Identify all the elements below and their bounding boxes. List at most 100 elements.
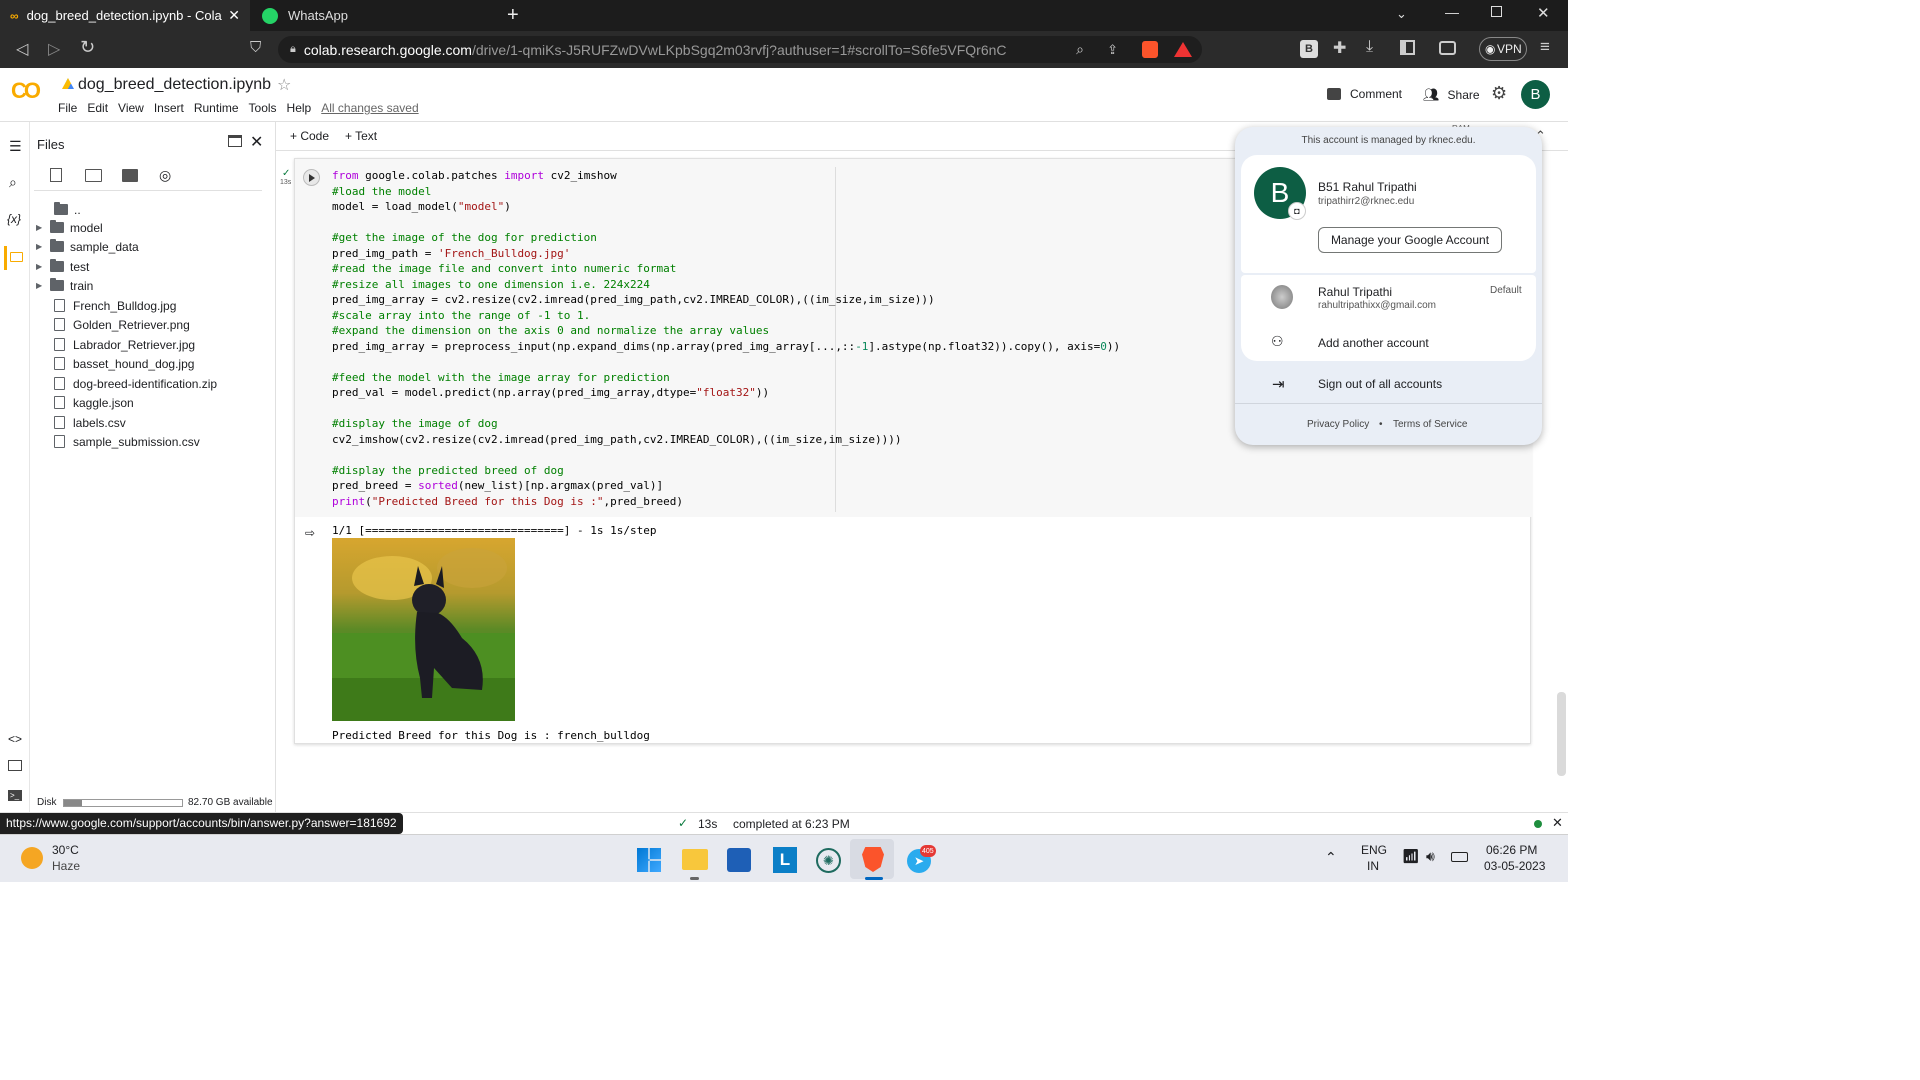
reload-icon[interactable]: ↻: [80, 37, 95, 58]
file-row[interactable]: dog-breed-identification.zip: [52, 374, 217, 393]
star-icon[interactable]: ☆: [277, 75, 291, 95]
sign-out-link[interactable]: Sign out of all accounts: [1318, 377, 1442, 391]
folder-row[interactable]: ▶ sample_data: [36, 237, 139, 256]
new-tab-button[interactable]: +: [507, 4, 519, 27]
close-window-button[interactable]: ✕: [1537, 4, 1550, 22]
avatar[interactable]: B: [1521, 80, 1550, 109]
tab-search-icon[interactable]: ⌄: [1396, 6, 1407, 22]
menu-insert[interactable]: Insert: [154, 101, 184, 115]
url-field[interactable]: 🔒︎ colab.research.google.com /drive/1-qm…: [278, 36, 1202, 63]
file-row[interactable]: French_Bulldog.jpg: [52, 296, 176, 315]
settings-gear-icon[interactable]: ⚙: [1491, 83, 1507, 104]
second-avatar[interactable]: [1271, 285, 1293, 309]
camera-icon[interactable]: ◘: [1288, 202, 1306, 220]
notebook-name[interactable]: dog_breed_detection.ipynb: [78, 76, 271, 94]
menu-file[interactable]: File: [58, 101, 77, 115]
menu-help[interactable]: Help: [287, 101, 312, 115]
terms-link[interactable]: Terms of Service: [1393, 419, 1467, 430]
extension-b-icon[interactable]: B: [1300, 40, 1318, 58]
bookmark-icon[interactable]: ⛉: [250, 39, 261, 56]
add-text-button[interactable]: + Text: [345, 129, 377, 143]
folder-row[interactable]: ▶ model: [36, 218, 103, 237]
command-palette-icon[interactable]: [8, 760, 22, 771]
windows-start-icon[interactable]: [637, 848, 661, 872]
scrollbar-thumb[interactable]: [1557, 692, 1566, 776]
second-email[interactable]: rahultripathixx@gmail.com: [1318, 300, 1436, 311]
file-row[interactable]: basset_hound_dog.jpg: [52, 354, 194, 373]
folder-row[interactable]: ▶ test: [36, 257, 89, 276]
save-status[interactable]: All changes saved: [321, 101, 418, 115]
mount-drive-icon[interactable]: [122, 169, 138, 182]
clock-time[interactable]: 06:26 PM: [1486, 843, 1537, 857]
output-menu-icon[interactable]: ⇨: [305, 526, 315, 540]
sign-out-icon[interactable]: ⇥: [1272, 375, 1285, 393]
file-row[interactable]: Labrador_Retriever.jpg: [52, 335, 195, 354]
wifi-icon[interactable]: 📶︎: [1402, 848, 1420, 865]
browser-menu-icon[interactable]: ≡: [1540, 37, 1550, 57]
add-account-link[interactable]: Add another account: [1318, 336, 1429, 350]
extensions-icon[interactable]: ✚: [1333, 38, 1346, 58]
wallet-icon[interactable]: [1439, 41, 1456, 55]
chatgpt-icon[interactable]: ✺: [816, 848, 841, 873]
add-code-button[interactable]: + Code: [290, 129, 329, 143]
zoom-icon[interactable]: ⌕: [1076, 41, 1084, 58]
collapse-chevron-icon[interactable]: ⌃: [1535, 128, 1546, 144]
clock-date[interactable]: 03-05-2023: [1484, 859, 1545, 873]
close-panel-icon[interactable]: ✕: [250, 132, 263, 152]
variables-icon[interactable]: {x}: [7, 212, 21, 226]
menu-runtime[interactable]: Runtime: [194, 101, 239, 115]
search-icon[interactable]: ⌕: [9, 174, 17, 191]
hide-files-icon[interactable]: ◎: [159, 167, 171, 184]
menu-edit[interactable]: Edit: [87, 101, 108, 115]
colab-logo[interactable]: CO: [11, 78, 41, 104]
file-row[interactable]: labels.csv: [52, 413, 126, 432]
minimize-button[interactable]: —: [1445, 4, 1459, 20]
manage-account-button[interactable]: Manage your Google Account: [1318, 227, 1502, 253]
toc-icon[interactable]: ☰: [9, 138, 22, 155]
volume-icon[interactable]: 🔊︎: [1426, 848, 1435, 865]
status-close-icon[interactable]: ✕: [1552, 815, 1563, 831]
menu-view[interactable]: View: [118, 101, 144, 115]
brave-shields-icon[interactable]: [1142, 41, 1158, 58]
close-tab-icon[interactable]: ✕: [228, 7, 240, 24]
downloads-icon[interactable]: ⤓: [1366, 38, 1373, 56]
folder-row[interactable]: ▶ train: [36, 276, 93, 295]
code-text[interactable]: from google.colab.patches import cv2_ims…: [332, 168, 1120, 509]
back-icon[interactable]: ◁: [16, 39, 28, 59]
add-person-icon[interactable]: ⚇: [1271, 333, 1284, 350]
refresh-folder-icon[interactable]: [85, 169, 102, 182]
files-folder-icon[interactable]: [10, 252, 23, 262]
forward-icon[interactable]: ▷: [48, 39, 60, 59]
file-explorer-icon[interactable]: [682, 849, 708, 870]
file-row[interactable]: kaggle.json: [52, 393, 134, 412]
tab-colab[interactable]: ∞ dog_breed_detection.ipynb - Cola ✕: [0, 0, 250, 31]
app-l-icon[interactable]: L: [773, 847, 797, 873]
maximize-button[interactable]: [1491, 6, 1502, 17]
upload-file-icon[interactable]: [50, 168, 62, 182]
vpn-button[interactable]: ◉ VPN: [1479, 37, 1527, 61]
run-cell-button[interactable]: [303, 169, 320, 186]
sidebar-icon[interactable]: [1400, 40, 1415, 55]
second-name[interactable]: Rahul Tripathi: [1318, 285, 1392, 299]
share-button[interactable]: 👥︎ Share: [1423, 87, 1480, 103]
lang-secondary[interactable]: IN: [1367, 859, 1379, 873]
file-row[interactable]: Golden_Retriever.png: [52, 315, 190, 334]
tab-whatsapp[interactable]: WhatsApp: [252, 0, 492, 31]
tray-chevron-icon[interactable]: ⌃: [1325, 849, 1337, 866]
lang-primary[interactable]: ENG: [1361, 843, 1387, 857]
terminal-icon[interactable]: >_: [8, 790, 22, 801]
comment-button[interactable]: Comment: [1327, 87, 1402, 101]
weather-text[interactable]: Haze: [52, 859, 80, 873]
battery-icon[interactable]: [1451, 852, 1468, 862]
open-in-tab-icon[interactable]: [228, 135, 242, 147]
parent-dir-row[interactable]: ..: [54, 200, 81, 219]
menu-tools[interactable]: Tools: [249, 101, 277, 115]
brave-rewards-icon[interactable]: [1174, 42, 1192, 57]
store-icon[interactable]: [727, 848, 751, 872]
weather-sun-icon[interactable]: [21, 847, 43, 869]
share-page-icon[interactable]: ⇪: [1107, 42, 1118, 58]
file-row[interactable]: sample_submission.csv: [52, 432, 200, 451]
code-snippets-icon[interactable]: <>: [8, 732, 22, 746]
temperature[interactable]: 30°C: [52, 843, 79, 857]
privacy-link[interactable]: Privacy Policy: [1307, 419, 1369, 430]
